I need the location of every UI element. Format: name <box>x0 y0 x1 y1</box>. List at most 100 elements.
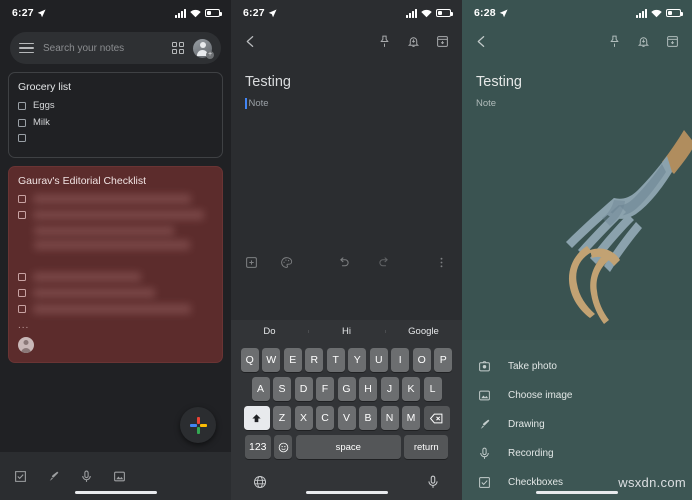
checklist-item[interactable] <box>18 210 213 220</box>
sheet-item-label: Recording <box>508 448 554 459</box>
microphone-icon[interactable] <box>80 470 93 483</box>
grid-view-icon[interactable] <box>171 41 184 55</box>
return-key[interactable]: return <box>404 435 449 459</box>
new-note-fab[interactable] <box>180 407 216 443</box>
checkbox-icon[interactable] <box>18 118 26 127</box>
key-i[interactable]: I <box>391 348 410 372</box>
key-g[interactable]: G <box>337 377 356 401</box>
key-k[interactable]: K <box>402 377 420 401</box>
note-card-editorial-checklist[interactable]: Gaurav's Editorial Checklist ... <box>8 166 223 363</box>
blurred-text <box>33 304 213 314</box>
globe-key-icon[interactable] <box>253 475 267 489</box>
key-j[interactable]: J <box>380 377 399 401</box>
backspace-key[interactable] <box>423 406 450 430</box>
bell-reminder-icon[interactable] <box>407 35 420 48</box>
emoji-key[interactable] <box>274 435 293 459</box>
back-arrow-icon[interactable] <box>244 35 257 48</box>
key-v[interactable]: V <box>337 406 356 430</box>
status-bar: 6:27 <box>231 0 462 26</box>
sheet-item-take-photo[interactable]: Take photo <box>462 352 692 381</box>
brush-icon[interactable] <box>47 470 60 483</box>
key-q[interactable]: Q <box>240 348 259 372</box>
image-icon[interactable] <box>113 470 126 483</box>
hamburger-menu-icon[interactable] <box>19 42 34 54</box>
suggestion-strip: Do Hi Google <box>231 320 462 342</box>
key-n[interactable]: N <box>380 406 399 430</box>
key-x[interactable]: X <box>294 406 313 430</box>
checklist-item[interactable] <box>18 304 213 314</box>
blurred-paragraph <box>18 226 213 250</box>
key-h[interactable]: H <box>359 377 377 401</box>
note-toolbar <box>231 26 462 56</box>
key-w[interactable]: W <box>262 348 281 372</box>
note-title[interactable]: Testing <box>462 56 692 90</box>
clock-text: 6:27 <box>12 7 34 19</box>
checkbox-icon[interactable] <box>18 195 26 203</box>
key-c[interactable]: C <box>316 406 334 430</box>
archive-icon[interactable] <box>436 35 449 48</box>
space-key[interactable]: space <box>295 435 401 459</box>
key-r[interactable]: R <box>305 348 324 372</box>
backspace-icon <box>430 413 443 423</box>
checklist-item[interactable]: Milk <box>18 117 213 128</box>
checklist-item[interactable]: Eggs <box>18 100 213 111</box>
checkbox-icon[interactable] <box>18 289 26 297</box>
key-z[interactable]: Z <box>273 406 291 430</box>
key-o[interactable]: O <box>412 348 431 372</box>
checkbox-icon[interactable] <box>18 273 26 281</box>
checkbox-icon[interactable] <box>18 101 26 110</box>
key-b[interactable]: B <box>359 406 377 430</box>
add-box-icon[interactable] <box>245 256 258 269</box>
back-arrow-icon[interactable] <box>475 35 488 48</box>
suggestion-2[interactable]: Google <box>385 326 462 337</box>
shift-key[interactable] <box>243 406 270 430</box>
pin-icon[interactable] <box>608 35 621 48</box>
numbers-key[interactable]: 123 <box>244 435 271 459</box>
key-s[interactable]: S <box>273 377 291 401</box>
account-avatar-icon[interactable]: + <box>193 38 214 59</box>
redo-icon[interactable] <box>378 256 391 269</box>
key-m[interactable]: M <box>402 406 420 430</box>
bell-reminder-icon[interactable] <box>637 35 650 48</box>
search-bar[interactable]: Search your notes + <box>10 32 221 64</box>
status-bar: 6:28 <box>462 0 692 26</box>
more-vertical-icon[interactable] <box>435 256 448 269</box>
search-input[interactable]: Search your notes <box>43 43 163 54</box>
dictation-key-icon[interactable] <box>426 475 440 489</box>
watermark: wsxdn.com <box>618 475 686 490</box>
key-y[interactable]: Y <box>348 348 367 372</box>
checklist-item[interactable] <box>18 194 213 204</box>
note-title[interactable]: Testing <box>231 56 462 90</box>
color-palette-icon[interactable] <box>280 256 293 269</box>
archive-icon[interactable] <box>666 35 679 48</box>
home-indicator <box>536 491 618 494</box>
sheet-item-choose-image[interactable]: Choose image <box>462 381 692 410</box>
key-u[interactable]: U <box>369 348 388 372</box>
note-body-field[interactable]: Note <box>231 90 462 109</box>
key-e[interactable]: E <box>283 348 302 372</box>
sheet-item-recording[interactable]: Recording <box>462 439 692 468</box>
key-d[interactable]: D <box>294 377 313 401</box>
checkbox-icon[interactable] <box>18 305 26 313</box>
key-f[interactable]: F <box>316 377 334 401</box>
checkbox-icon[interactable] <box>18 134 26 142</box>
key-t[interactable]: T <box>326 348 345 372</box>
key-a[interactable]: A <box>251 377 270 401</box>
undo-icon[interactable] <box>337 256 350 269</box>
sheet-item-drawing[interactable]: Drawing <box>462 410 692 439</box>
pin-icon[interactable] <box>378 35 391 48</box>
avatar-head <box>199 42 206 48</box>
key-p[interactable]: P <box>434 348 453 372</box>
checkbox-icon[interactable] <box>14 470 27 483</box>
note-card-grocery[interactable]: Grocery list Eggs Milk <box>8 72 223 158</box>
checklist-item[interactable] <box>18 134 213 142</box>
checklist-item[interactable] <box>18 272 213 282</box>
home-indicator <box>74 491 157 494</box>
key-l[interactable]: L <box>423 377 442 401</box>
suggestion-1[interactable]: Hi <box>308 326 385 337</box>
checklist-item[interactable] <box>18 288 213 298</box>
suggestion-0[interactable]: Do <box>231 326 308 337</box>
checkbox-icon[interactable] <box>18 211 26 219</box>
wifi-icon <box>190 9 201 17</box>
note-body-field[interactable]: Note <box>462 90 692 109</box>
